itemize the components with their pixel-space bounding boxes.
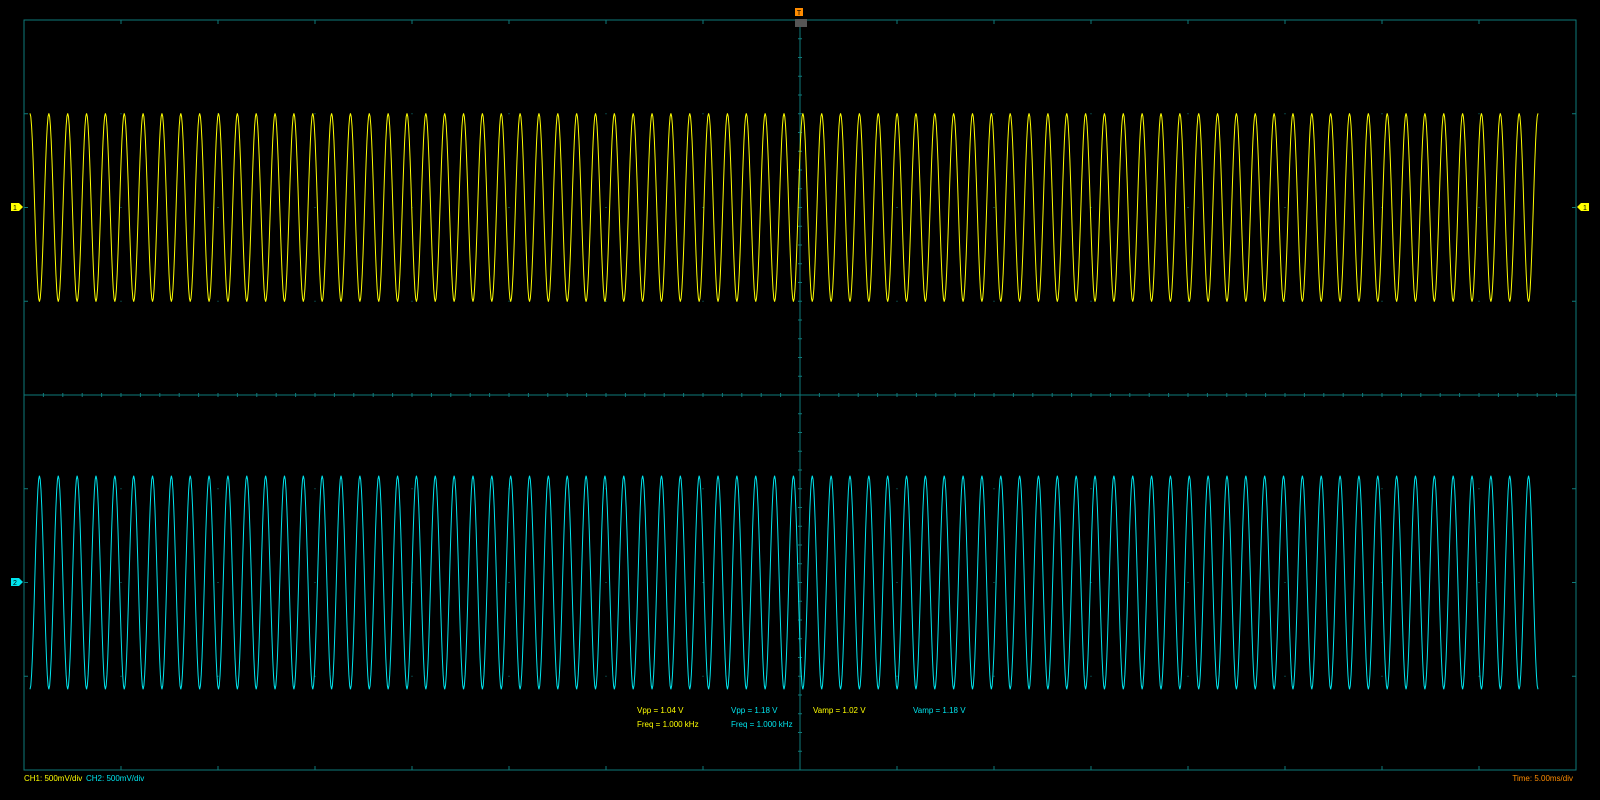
graticule-dot [993,488,995,490]
graticule-dot [1381,300,1383,302]
graticule-dot [217,582,219,583]
graticule-dot [896,488,898,490]
graticule-dot [1090,675,1092,677]
ch2-waveform [29,475,1539,690]
graticule-dot [411,113,413,115]
graticule-dot [120,582,122,583]
graticule-dot [1284,675,1286,677]
ch2-offset-marker-left[interactable]: 2 [11,578,23,587]
graticule-dot [1187,300,1189,302]
ch1-offset-marker-left[interactable]: 1 [11,203,23,212]
graticule-dot [702,488,704,490]
waveforms [29,113,1539,690]
graticule-dot [1381,488,1383,490]
graticule-dot [120,113,122,115]
graticule-dot [702,582,704,583]
graticule-dot [1187,113,1189,115]
graticule-dot [1381,675,1383,677]
graticule-dot [993,207,995,208]
graticule-dot [702,207,704,208]
ch1-marker-label: 1 [13,205,17,212]
graticule-dot [993,675,995,677]
graticule-dot [1478,675,1480,677]
graticule-dot [1381,113,1383,115]
graticule-dot [314,488,316,490]
graticule-dot [120,207,122,208]
graticule-dot [1284,582,1286,583]
graticule-dot [896,207,898,208]
graticule-dot [1090,488,1092,490]
graticule-dot [993,582,995,583]
graticule-dot [508,113,510,115]
graticule-dot [605,582,607,583]
graticule-dot [508,675,510,677]
graticule-dot [1284,300,1286,302]
oscilloscope-display: T 1 1 2 Vpp = 1.04 V Freq = 1.000 kHz Vp… [0,0,1600,795]
ch2-freq-measurement: Freq = 1.000 kHz [731,720,793,729]
graticule-dot [702,113,704,115]
graticule-dot [702,675,704,677]
graticule-dot [993,113,995,115]
ch1-offset-marker-right[interactable]: 1 [1577,203,1589,212]
trigger-position-marker[interactable]: T [795,8,807,27]
graticule-dot [896,675,898,677]
graticule-dot [120,675,122,677]
ch1-waveform [29,113,1539,302]
graticule-dot [605,675,607,677]
graticule-dot [896,300,898,302]
graticule-dot [1478,300,1480,302]
graticule-dot [217,488,219,490]
graticule-dot [411,300,413,302]
graticule-dot [1284,207,1286,208]
timebase-readout[interactable]: Time: 5.00ms/div [1512,774,1573,784]
ch2-scale-readout[interactable]: CH2: 500mV/div [86,774,144,784]
graticule-dot [896,582,898,583]
graticule-dot [605,207,607,208]
graticule-dot [314,300,316,302]
graticule-dot [508,207,510,208]
graticule-dot [605,300,607,302]
ch2-marker-label: 2 [13,580,17,587]
trigger-t-icon: T [797,10,802,17]
graticule-dot [314,113,316,115]
graticule-dot [411,675,413,677]
graticule-dot [314,207,316,208]
graticule-dot [993,300,995,302]
graticule-dot [1478,582,1480,583]
graticule-dot [1090,113,1092,115]
ch2-vpp-measurement: Vpp = 1.18 V [731,706,778,715]
graticule-dot [702,300,704,302]
graticule-dot [411,488,413,490]
graticule-dot [120,488,122,490]
ch2-vamp-measurement: Vamp = 1.18 V [913,706,966,715]
graticule-dot [1284,113,1286,115]
graticule-dot [1090,300,1092,302]
graticule-dot [1187,207,1189,208]
ch1-scale-readout[interactable]: CH1: 500mV/div [24,774,82,784]
ch1-vpp-measurement: Vpp = 1.04 V [637,706,684,715]
graticule-dot [508,300,510,302]
graticule-dot [217,300,219,302]
ch1-marker-label-right: 1 [1583,205,1587,212]
waveform-screen[interactable]: T 1 1 2 [0,0,1600,795]
graticule-dot [508,582,510,583]
graticule-dot [217,207,219,208]
graticule-dot [1478,113,1480,115]
graticule-dot [605,113,607,115]
ch1-freq-measurement: Freq = 1.000 kHz [637,720,699,729]
ch1-vamp-measurement: Vamp = 1.02 V [813,706,866,715]
graticule-dot [1478,207,1480,208]
graticule-dot [120,300,122,302]
graticule-dot [1478,488,1480,490]
graticule-dot [1187,582,1189,583]
graticule-dot [314,582,316,583]
graticule-dot [1187,675,1189,677]
graticule-dot [217,675,219,677]
